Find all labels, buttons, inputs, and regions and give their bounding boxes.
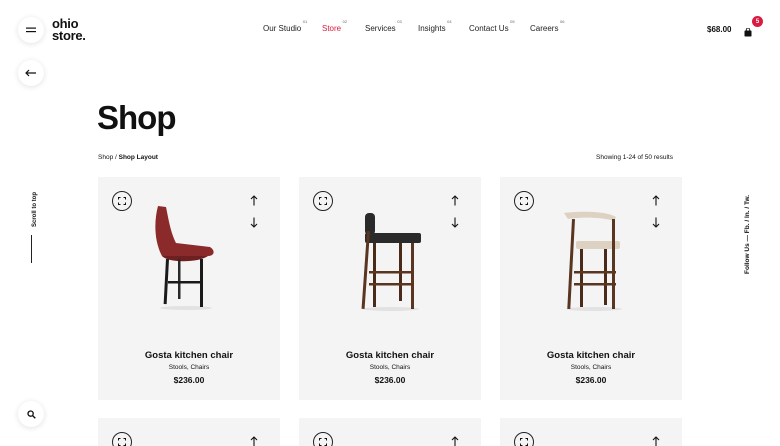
product-name[interactable]: Gosta kitchen chair [299, 350, 481, 361]
search-icon [26, 409, 36, 419]
cart-count-badge: 5 [752, 16, 763, 27]
social-links-text: Follow Us — Fb. / In. / Tw. [744, 194, 751, 274]
nav-number: 02 [342, 19, 348, 24]
results-count: Showing 1-24 of 50 results [596, 154, 673, 161]
nav-label: Insights [418, 24, 446, 33]
product-card[interactable]: Gosta kitchen chair Stools, Chairs $236.… [98, 177, 280, 400]
arrow-up-icon[interactable] [652, 436, 660, 446]
quick-view-button[interactable] [313, 191, 333, 211]
product-card[interactable] [299, 418, 481, 446]
product-image-curved-chair[interactable] [550, 201, 630, 311]
product-image-shell-chair[interactable] [148, 201, 228, 311]
product-categories[interactable]: Stools, Chairs [98, 364, 280, 371]
nav-number: 05 [510, 19, 515, 24]
nav-label: Contact Us [469, 24, 509, 33]
arrow-down-icon[interactable] [250, 217, 258, 228]
search-button[interactable] [18, 401, 44, 427]
arrow-up-icon[interactable] [451, 436, 459, 446]
page-title: Shop [97, 99, 176, 136]
arrow-down-icon[interactable] [652, 217, 660, 228]
nav-label: Our Studio [263, 24, 302, 33]
quick-view-button[interactable] [112, 432, 132, 446]
product-card[interactable]: Gosta kitchen chair Stools, Chairs $236.… [299, 177, 481, 400]
expand-icon [520, 438, 528, 446]
arrow-up-icon[interactable] [250, 195, 258, 206]
product-image-slat-chair[interactable] [349, 201, 429, 311]
scroll-to-top-label: Scroll to top [32, 192, 38, 227]
product-name[interactable]: Gosta kitchen chair [98, 350, 280, 361]
product-name[interactable]: Gosta kitchen chair [500, 350, 682, 361]
product-price: $236.00 [575, 375, 607, 385]
product-price: $236.00 [374, 375, 406, 385]
social-links[interactable]: Follow Us — Fb. / In. / Tw. [744, 172, 758, 274]
nav-number: 03 [397, 19, 402, 24]
nav-item-services[interactable]: Services 03 [365, 19, 402, 33]
arrow-left-icon [25, 69, 36, 77]
product-card[interactable]: Gosta kitchen chair Stools, Chairs $236.… [500, 177, 682, 400]
nav-number: 01 [302, 19, 308, 24]
arrow-up-icon[interactable] [451, 195, 459, 206]
product-card[interactable] [500, 418, 682, 446]
quick-view-button[interactable] [112, 191, 132, 211]
scroll-line [31, 235, 32, 263]
breadcrumb: Shop / Shop Layout [98, 154, 158, 161]
arrow-down-icon[interactable] [451, 217, 459, 228]
nav-number: 04 [447, 19, 452, 24]
nav-item-contact-us[interactable]: Contact Us 05 [469, 19, 515, 33]
expand-icon [118, 438, 126, 446]
expand-icon [118, 197, 126, 205]
quick-view-button[interactable] [313, 432, 333, 446]
product-categories[interactable]: Stools, Chairs [500, 364, 682, 371]
expand-icon [319, 438, 327, 446]
product-categories[interactable]: Stools, Chairs [299, 364, 481, 371]
arrow-up-icon[interactable] [250, 436, 258, 446]
back-button[interactable] [18, 60, 44, 86]
nav-item-insights[interactable]: Insights 04 [418, 19, 452, 33]
nav-item-our-studio[interactable]: Our Studio 01 [263, 19, 307, 33]
expand-icon [520, 197, 528, 205]
expand-icon [319, 197, 327, 205]
nav-label: Careers [530, 24, 559, 33]
breadcrumb-shop-link[interactable]: Shop [98, 154, 113, 161]
quick-view-button[interactable] [514, 191, 534, 211]
product-card[interactable] [98, 418, 280, 446]
quick-view-button[interactable] [514, 432, 534, 446]
cart-total[interactable]: $68.00 [707, 25, 731, 34]
scroll-to-top[interactable]: Scroll to top [22, 185, 42, 265]
nav-label: Services [365, 24, 396, 33]
product-price: $236.00 [173, 375, 205, 385]
nav-item-careers[interactable]: Careers 06 [530, 19, 564, 33]
nav-item-store[interactable]: Store 02 [322, 19, 347, 33]
nav-number: 06 [560, 19, 565, 24]
main-nav: Our Studio 01 Store 02 Services 03 Insig… [0, 19, 780, 40]
breadcrumb-current: Shop Layout [118, 154, 158, 161]
nav-label: Store [322, 24, 342, 33]
shopping-bag-icon[interactable] [744, 24, 752, 42]
arrow-up-icon[interactable] [652, 195, 660, 206]
